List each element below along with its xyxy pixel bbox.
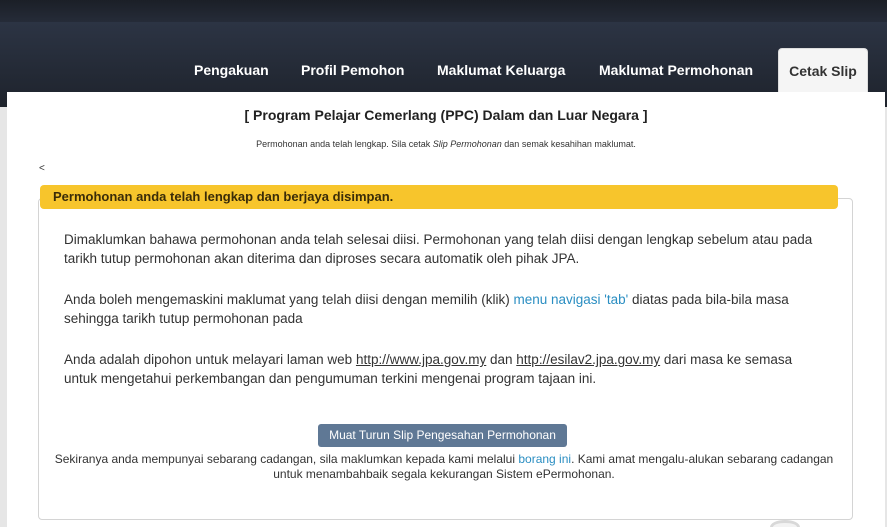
tab-navigation-link[interactable]: menu navigasi 'tab' bbox=[513, 292, 628, 307]
feedback-text: Sekiranya anda mempunyai sebarang cadang… bbox=[40, 452, 848, 482]
jpa-website-link[interactable]: http://www.jpa.gov.my bbox=[356, 352, 486, 367]
download-slip-button[interactable]: Muat Turun Slip Pengesahan Permohonan bbox=[318, 424, 567, 447]
page-title: [ Program Pelajar Cemerlang (PPC) Dalam … bbox=[244, 107, 648, 123]
paragraph-3-mid: dan bbox=[486, 352, 517, 367]
info-paragraph-3: Anda adalah dipohon untuk melayari laman… bbox=[64, 350, 824, 388]
tab-pengakuan[interactable]: Pengakuan bbox=[194, 48, 269, 92]
tab-cetak-slip[interactable]: Cetak Slip bbox=[778, 48, 868, 94]
tab-maklumat-permohonan[interactable]: Maklumat Permohonan bbox=[599, 48, 753, 92]
success-alert: Permohonan anda telah lengkap dan berjay… bbox=[40, 185, 838, 209]
tab-profil-pemohon[interactable]: Profil Pemohon bbox=[301, 48, 404, 92]
scroll-top-button[interactable] bbox=[770, 520, 800, 527]
stray-character: < bbox=[39, 163, 45, 174]
page-info: Permohonan anda telah lengkap. Sila ceta… bbox=[7, 139, 885, 149]
paragraph-3-text: Anda adalah dipohon untuk melayari laman… bbox=[64, 352, 356, 367]
info-paragraph-2: Anda boleh mengemaskini maklumat yang te… bbox=[64, 290, 824, 328]
feedback-form-link[interactable]: borang ini bbox=[518, 452, 571, 466]
feedback-text-start: Sekiranya anda mempunyai sebarang cadang… bbox=[54, 452, 519, 466]
paragraph-2-text: Anda boleh mengemaskini maklumat yang te… bbox=[64, 292, 514, 307]
info-paragraph-1: Dimaklumkan bahawa permohonan anda telah… bbox=[64, 232, 813, 266]
page-info-italic: Slip Permohonan bbox=[432, 139, 502, 149]
page-info-text-end: dan semak kesahihan maklumat. bbox=[501, 139, 636, 149]
top-header-bar: Pengakuan Profil Pemohon Maklumat Keluar… bbox=[0, 0, 887, 107]
tab-maklumat-keluarga[interactable]: Maklumat Keluarga bbox=[437, 48, 565, 92]
esila-website-link[interactable]: http://esilav2.jpa.gov.my bbox=[516, 352, 660, 367]
closing-date-field bbox=[306, 312, 387, 327]
tab-navigation: Pengakuan Profil Pemohon Maklumat Keluar… bbox=[0, 48, 887, 94]
page-info-text: Permohonan anda telah lengkap. Sila ceta… bbox=[256, 139, 433, 149]
